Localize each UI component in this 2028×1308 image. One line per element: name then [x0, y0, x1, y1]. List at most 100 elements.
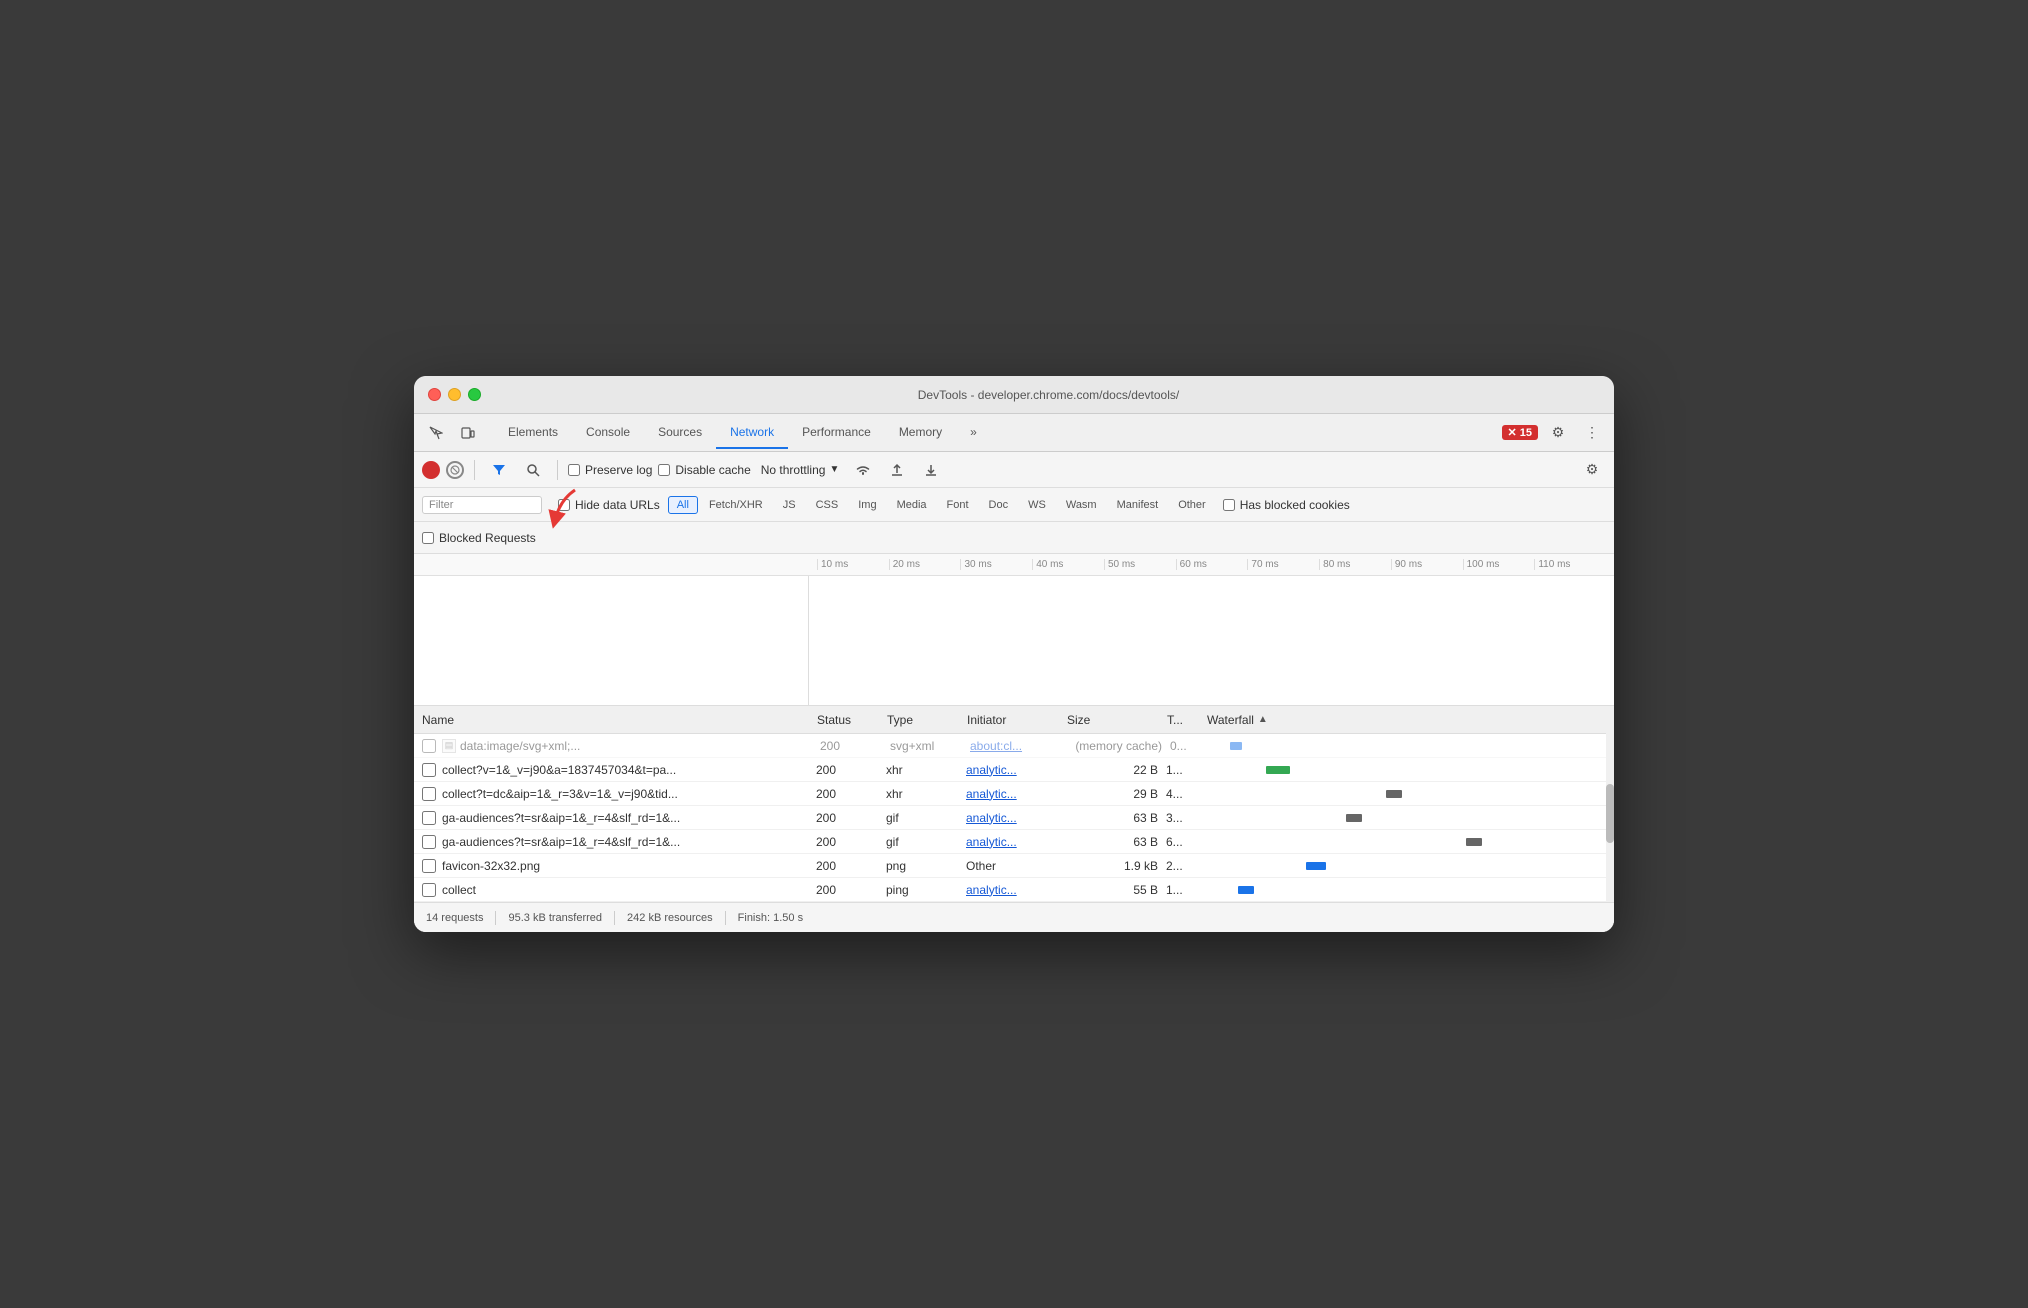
- waterfall-bar: [1266, 766, 1290, 774]
- table-row[interactable]: collect?t=dc&aip=1&_r=3&v=1&_v=j90&tid..…: [414, 782, 1614, 806]
- waterfall-bar: [1238, 886, 1254, 894]
- col-header-status[interactable]: Status: [817, 713, 887, 727]
- cell-waterfall: [1206, 830, 1606, 853]
- row-checkbox[interactable]: [422, 859, 436, 873]
- tab-memory[interactable]: Memory: [885, 417, 956, 449]
- filter-type-xhr[interactable]: Fetch/XHR: [700, 496, 772, 514]
- blocked-requests-label[interactable]: Blocked Requests: [422, 531, 536, 545]
- col-header-waterfall[interactable]: Waterfall ▲: [1207, 713, 1606, 727]
- filter-type-img[interactable]: Img: [849, 496, 885, 514]
- cell-status: 200: [820, 739, 890, 753]
- cell-time: 0...: [1170, 739, 1210, 753]
- search-button[interactable]: [519, 456, 547, 484]
- has-blocked-cookies-label[interactable]: Has blocked cookies: [1223, 498, 1350, 512]
- scrollbar-thumb[interactable]: [1606, 784, 1614, 843]
- record-button[interactable]: [422, 461, 440, 479]
- filter-input-area[interactable]: Filter: [422, 496, 542, 514]
- hide-data-urls-checkbox[interactable]: [558, 499, 570, 511]
- tab-more[interactable]: »: [956, 417, 991, 449]
- cell-status: 200: [816, 835, 886, 849]
- wifi-icon[interactable]: [849, 456, 877, 484]
- row-checkbox[interactable]: [422, 763, 436, 777]
- waterfall-chart: [809, 576, 1614, 705]
- cell-status: 200: [816, 811, 886, 825]
- more-options-icon[interactable]: ⋮: [1578, 419, 1606, 447]
- col-header-initiator[interactable]: Initiator: [967, 713, 1067, 727]
- row-checkbox[interactable]: [422, 883, 436, 897]
- filter-type-doc[interactable]: Doc: [980, 496, 1018, 514]
- filter-type-js[interactable]: JS: [774, 496, 805, 514]
- cell-type: gif: [886, 835, 966, 849]
- network-toolbar: Preserve log Disable cache No throttling…: [414, 452, 1614, 488]
- col-header-name[interactable]: Name: [422, 713, 817, 727]
- disable-cache-label[interactable]: Disable cache: [658, 463, 750, 477]
- filter-type-wasm[interactable]: Wasm: [1057, 496, 1106, 514]
- status-divider-2: [614, 911, 615, 925]
- table-row[interactable]: collect?v=1&_v=j90&a=1837457034&t=pa... …: [414, 758, 1614, 782]
- disable-cache-checkbox[interactable]: [658, 464, 670, 476]
- table-row[interactable]: collect 200 ping analytic... 55 B 1...: [414, 878, 1614, 902]
- cell-time: 2...: [1166, 859, 1206, 873]
- cell-waterfall: [1206, 854, 1606, 877]
- clear-button[interactable]: [446, 461, 464, 479]
- import-har-icon[interactable]: [883, 456, 911, 484]
- filter-type-ws[interactable]: WS: [1019, 496, 1055, 514]
- col-header-size[interactable]: Size: [1067, 713, 1167, 727]
- cell-status: 200: [816, 763, 886, 777]
- tab-network[interactable]: Network: [716, 417, 788, 449]
- waterfall-bar: [1386, 790, 1402, 798]
- tick-20ms: 20 ms: [889, 559, 961, 570]
- filter-type-media[interactable]: Media: [888, 496, 936, 514]
- status-finish: Finish: 1.50 s: [738, 912, 803, 924]
- waterfall-area: [414, 576, 1614, 706]
- filter-type-css[interactable]: CSS: [807, 496, 848, 514]
- maximize-button[interactable]: [468, 388, 481, 401]
- row-icon: ▤: [442, 739, 456, 753]
- cell-initiator: analytic...: [966, 811, 1066, 825]
- preserve-log-checkbox[interactable]: [568, 464, 580, 476]
- tab-elements[interactable]: Elements: [494, 417, 572, 449]
- filter-type-other[interactable]: Other: [1169, 496, 1215, 514]
- cell-type: png: [886, 859, 966, 873]
- filter-type-manifest[interactable]: Manifest: [1108, 496, 1168, 514]
- inspector-icon[interactable]: [422, 419, 450, 447]
- filter-type-all[interactable]: All: [668, 496, 698, 514]
- throttle-select[interactable]: No throttling ▼: [757, 461, 844, 479]
- close-button[interactable]: [428, 388, 441, 401]
- table-row[interactable]: favicon-32x32.png 200 png Other 1.9 kB 2…: [414, 854, 1614, 878]
- row-checkbox[interactable]: [422, 739, 436, 753]
- cell-waterfall: [1210, 734, 1606, 757]
- network-settings-icon[interactable]: ⚙: [1578, 456, 1606, 484]
- table-row[interactable]: ▤ data:image/svg+xml;... 200 svg+xml abo…: [414, 734, 1614, 758]
- tab-console[interactable]: Console: [572, 417, 644, 449]
- settings-icon[interactable]: ⚙: [1544, 419, 1572, 447]
- row-checkbox[interactable]: [422, 835, 436, 849]
- cell-name: collect?v=1&_v=j90&a=1837457034&t=pa...: [442, 763, 816, 777]
- preserve-log-label[interactable]: Preserve log: [568, 463, 652, 477]
- cell-waterfall: [1206, 878, 1606, 901]
- row-checkbox[interactable]: [422, 811, 436, 825]
- tab-performance[interactable]: Performance: [788, 417, 885, 449]
- col-header-type[interactable]: Type: [887, 713, 967, 727]
- devtools-body: Elements Console Sources Network Perform…: [414, 414, 1614, 932]
- tab-sources[interactable]: Sources: [644, 417, 716, 449]
- has-blocked-cookies-checkbox[interactable]: [1223, 499, 1235, 511]
- status-resources: 242 kB resources: [627, 912, 713, 924]
- row-checkbox[interactable]: [422, 787, 436, 801]
- error-badge[interactable]: ✕ 15: [1502, 425, 1538, 440]
- table-row[interactable]: ga-audiences?t=sr&aip=1&_r=4&slf_rd=1&..…: [414, 830, 1614, 854]
- status-divider-1: [495, 911, 496, 925]
- export-har-icon[interactable]: [917, 456, 945, 484]
- device-toolbar-icon[interactable]: [454, 419, 482, 447]
- minimize-button[interactable]: [448, 388, 461, 401]
- blocked-requests-checkbox[interactable]: [422, 532, 434, 544]
- hide-data-urls-label[interactable]: Hide data URLs: [558, 498, 660, 512]
- filter-button[interactable]: [485, 456, 513, 484]
- cell-type: xhr: [886, 763, 966, 777]
- filter-type-font[interactable]: Font: [938, 496, 978, 514]
- col-header-time[interactable]: T...: [1167, 713, 1207, 727]
- cell-type: gif: [886, 811, 966, 825]
- filter-bar: Filter Hide data URLs All: [414, 488, 1614, 522]
- cell-waterfall: [1206, 806, 1606, 829]
- table-row[interactable]: ga-audiences?t=sr&aip=1&_r=4&slf_rd=1&..…: [414, 806, 1614, 830]
